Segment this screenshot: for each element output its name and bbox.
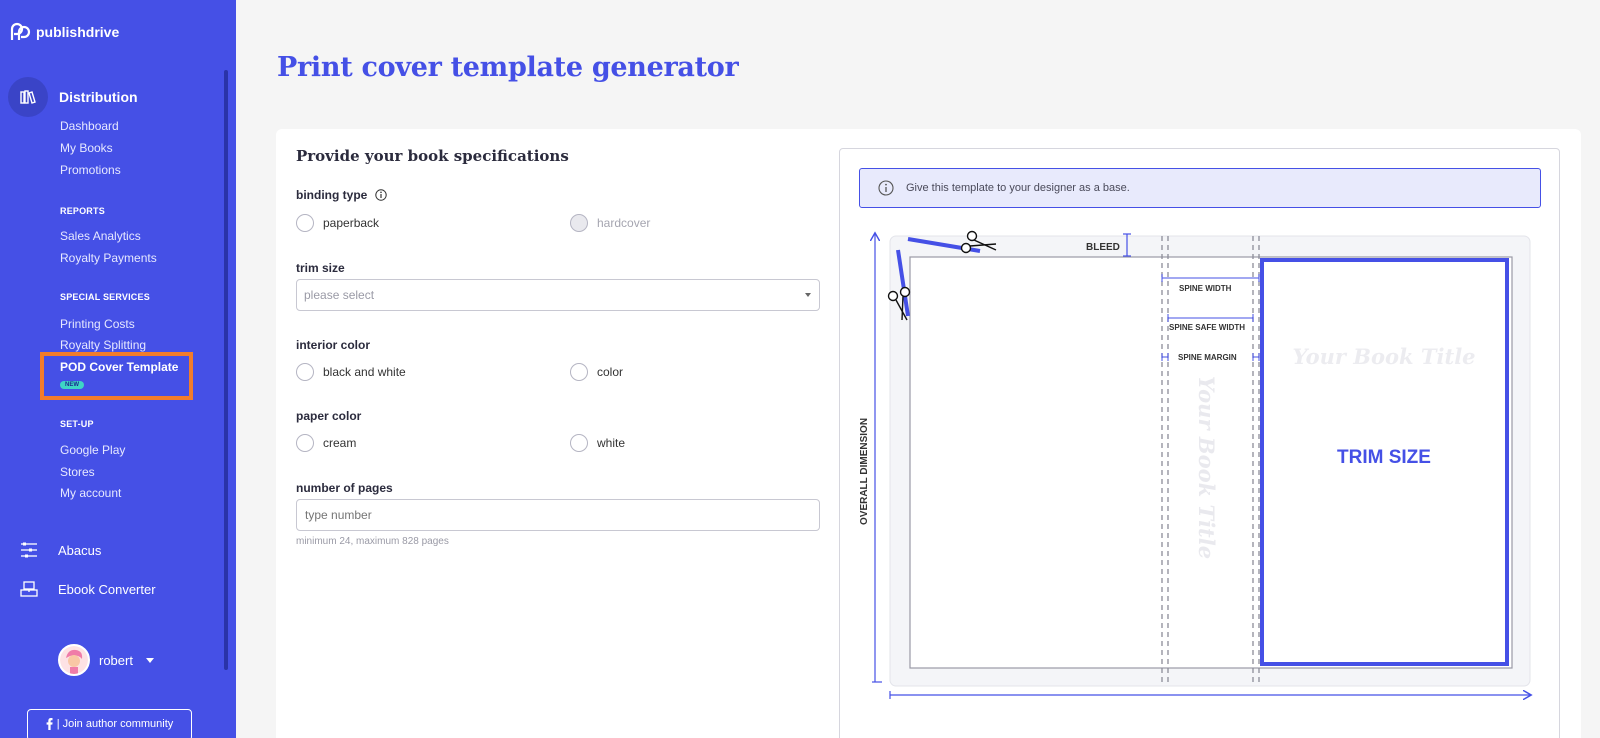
binding-type-text: binding type — [296, 188, 368, 202]
spine-width-label: SPINE WIDTH — [1179, 284, 1232, 293]
radio-paperback-label: paperback — [323, 216, 380, 230]
nav-distribution-label: Distribution — [59, 89, 138, 105]
user-menu[interactable]: robert — [58, 644, 154, 676]
radio-black-and-white[interactable]: black and white — [296, 363, 406, 381]
radio-cream[interactable]: cream — [296, 434, 356, 452]
sidebar-item-pod-cover-template[interactable]: POD Cover Template — [60, 360, 178, 374]
radio-white[interactable]: white — [570, 434, 625, 452]
radio-paperback-dot[interactable] — [296, 214, 314, 232]
radio-bw-dot[interactable] — [296, 363, 314, 381]
cover-template-diagram: BLEED SPINE WIDTH SPINE SAFE WIDTH SPINE… — [859, 230, 1550, 718]
nav-abacus[interactable]: Abacus — [20, 542, 101, 558]
sidebar-item-royalty-splitting[interactable]: Royalty Splitting — [60, 338, 146, 352]
nav-distribution[interactable]: Distribution — [8, 77, 138, 117]
radio-white-dot[interactable] — [570, 434, 588, 452]
chevron-down-icon — [145, 657, 154, 663]
radio-color[interactable]: color — [570, 363, 623, 381]
radio-hardcover-label: hardcover — [597, 216, 651, 230]
sidebar-item-sales-analytics[interactable]: Sales Analytics — [60, 229, 141, 243]
section-special-services: SPECIAL SERVICES — [60, 292, 150, 302]
radio-white-label: white — [597, 436, 626, 450]
radio-hardcover-dot[interactable] — [570, 214, 588, 232]
radio-cream-dot[interactable] — [296, 434, 314, 452]
distribution-icon-circle — [8, 77, 48, 117]
trim-size-text: TRIM SIZE — [1337, 447, 1431, 468]
sidebar-item-my-books[interactable]: My Books — [60, 141, 113, 155]
sidebar-item-google-play[interactable]: Google Play — [60, 443, 125, 457]
facebook-icon — [46, 718, 53, 730]
info-banner: Give this template to your designer as a… — [859, 168, 1541, 208]
sidebar: publishdrive Distribution Dashboard My B… — [0, 0, 236, 738]
section-setup: SET-UP — [60, 419, 94, 429]
radio-cream-label: cream — [323, 436, 357, 450]
avatar — [58, 644, 90, 676]
info-text: Give this template to your designer as a… — [906, 182, 1130, 194]
spine-margin-label: SPINE MARGIN — [1178, 353, 1237, 362]
join-community-button[interactable]: | Join author community — [27, 709, 192, 738]
spine-title: Your Book Title — [1194, 376, 1219, 559]
front-title: Your Book Title — [1292, 344, 1475, 369]
nav-ebook-converter-label: Ebook Converter — [58, 581, 156, 597]
sidebar-item-promotions[interactable]: Promotions — [60, 163, 121, 177]
form-title: Provide your book specifications — [296, 147, 569, 165]
trim-size-placeholder: please select — [304, 288, 375, 302]
page-title: Print cover template generator — [277, 52, 739, 83]
abacus-icon — [21, 542, 37, 558]
new-badge: NEW — [60, 381, 84, 389]
binding-type-label: binding type — [296, 188, 388, 202]
radio-color-label: color — [597, 365, 624, 379]
user-name: robert — [99, 652, 133, 668]
radio-paperback[interactable]: paperback — [296, 214, 379, 232]
paper-color-label: paper color — [296, 409, 362, 423]
caret-down-icon — [805, 293, 811, 297]
pages-hint: minimum 24, maximum 828 pages — [296, 536, 449, 547]
radio-hardcover[interactable]: hardcover — [570, 214, 650, 232]
radio-bw-label: black and white — [323, 365, 406, 379]
books-icon — [20, 90, 36, 104]
trim-size-select[interactable]: please select — [296, 279, 820, 311]
info-circle-icon — [878, 180, 894, 196]
sidebar-item-printing-costs[interactable]: Printing Costs — [60, 317, 135, 331]
logo[interactable]: publishdrive — [8, 20, 119, 44]
spine-safe-width-label: SPINE SAFE WIDTH — [1169, 323, 1245, 332]
pages-label: number of pages — [296, 481, 393, 495]
nav-abacus-label: Abacus — [58, 542, 102, 558]
publishdrive-logo-icon — [10, 22, 31, 40]
sidebar-item-stores[interactable]: Stores — [60, 465, 95, 479]
join-community-label: | Join author community — [56, 718, 174, 730]
radio-color-dot[interactable] — [570, 363, 588, 381]
section-reports: REPORTS — [60, 206, 105, 216]
sidebar-item-my-account[interactable]: My account — [60, 486, 121, 500]
overall-dimension-label: OVERALL DIMENSION — [859, 418, 870, 525]
sidebar-item-royalty-payments[interactable]: Royalty Payments — [60, 251, 157, 265]
interior-color-label: interior color — [296, 338, 371, 352]
nav-ebook-converter[interactable]: Ebook Converter — [20, 581, 156, 597]
converter-icon — [20, 581, 38, 597]
sidebar-scrollbar[interactable] — [224, 70, 228, 670]
info-icon[interactable] — [375, 189, 388, 201]
brand-name: publishdrive — [36, 24, 120, 40]
trim-size-label: trim size — [296, 261, 345, 275]
bleed-label: BLEED — [1086, 242, 1120, 253]
pages-input[interactable] — [296, 499, 820, 531]
sidebar-item-dashboard[interactable]: Dashboard — [60, 119, 119, 133]
